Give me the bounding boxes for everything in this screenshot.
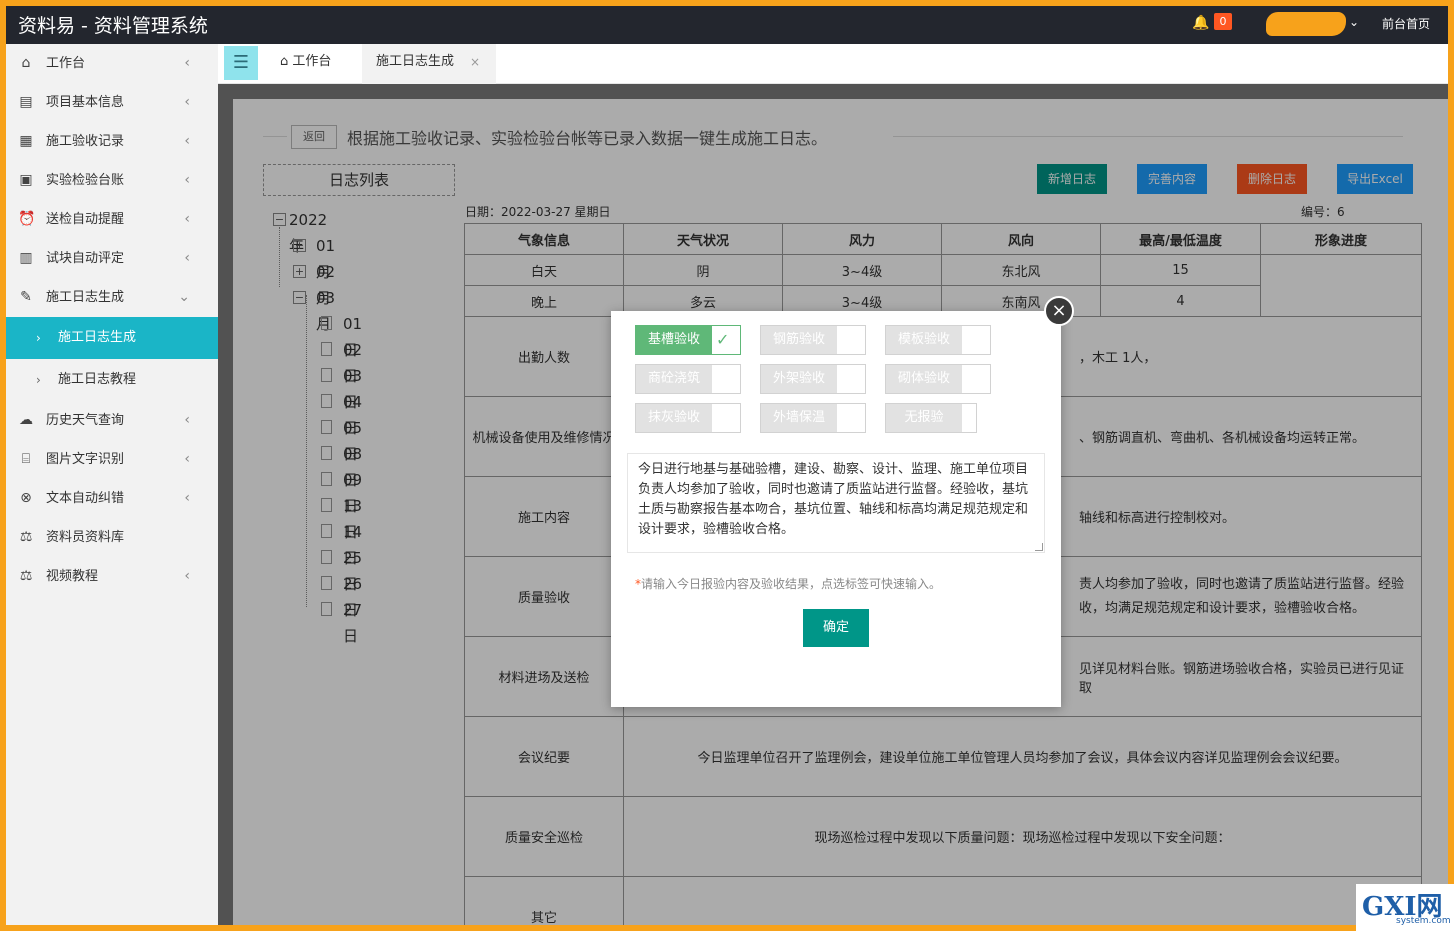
tag-concrete-pouring[interactable]: 商砼浇筑 [635, 364, 741, 394]
top-bar: 资料易 - 资料管理系统 🔔 0 ⌄ 前台首页 [6, 6, 1448, 44]
chevron-left-icon: ‹ [184, 211, 190, 227]
sidebar-item-video-tutorial[interactable]: ⚖ 视频教程 ‹ [6, 557, 218, 596]
tag-rebar-acceptance[interactable]: 钢筋验收 [760, 325, 866, 355]
chevron-left-icon: ‹ [184, 412, 190, 428]
evaluate-icon: ▥ [19, 250, 33, 266]
chevron-left-icon: ‹ [184, 133, 190, 149]
tag-no-inspection[interactable]: 无报验 [885, 403, 977, 433]
chevron-left-icon: ‹ [184, 568, 190, 584]
acceptance-dialog: 基槽验收 ✓ 钢筋验收 模板验收 商砼浇筑 外架验收 砌体验收 抹灰验收 外墙保温… [611, 311, 1061, 707]
resize-handle[interactable] [1035, 543, 1043, 551]
chevron-left-icon: ‹ [184, 94, 190, 110]
sidebar-item-weather-history[interactable]: ☁ 历史天气查询 ‹ [6, 401, 218, 440]
tag-formwork-acceptance[interactable]: 模板验收 [885, 325, 991, 355]
notification-badge: 0 [1214, 13, 1232, 30]
close-icon[interactable]: × [470, 44, 480, 80]
ledger-icon: ▣ [19, 172, 33, 188]
sidebar: ⌂ 工作台 ‹ ▤ 项目基本信息 ‹ ▦ 施工验收记录 ‹ ▣ 实验检验台账 ‹ ⏰ 送检自动提醒… [6, 44, 218, 925]
tag-scaffold-acceptance[interactable]: 外架验收 [760, 364, 866, 394]
ocr-icon: ⌸ [21, 451, 31, 467]
tag-foundation-acceptance[interactable]: 基槽验收 ✓ [635, 325, 741, 355]
sidebar-item-acceptance-records[interactable]: ▦ 施工验收记录 ‹ [6, 122, 218, 161]
tab-log-generation[interactable]: 施工日志生成 × [362, 44, 496, 84]
menu-toggle-icon[interactable]: ☰ [224, 46, 258, 80]
sidebar-item-library[interactable]: ⚖ 资料员资料库 [6, 518, 218, 557]
home-icon: ⌂ [280, 54, 293, 69]
tab-bar: ☰ ⌂ 工作台 施工日志生成 × [218, 44, 1448, 84]
chevron-left-icon: ‹ [184, 172, 190, 188]
correct-icon: ⊗ [20, 490, 32, 506]
sidebar-subitem-log-generation[interactable]: › 施工日志生成 [6, 317, 218, 359]
weather-icon: ☁ [19, 412, 33, 428]
sidebar-item-log-generation[interactable]: ✎ 施工日志生成 ⌄ [6, 278, 218, 317]
bell-icon[interactable]: 🔔 [1192, 15, 1209, 31]
watermark: GXI网 system.com [1356, 884, 1454, 931]
scale-icon: ⚖ [19, 529, 33, 545]
chevron-left-icon: ‹ [184, 490, 190, 506]
close-icon[interactable]: × [1044, 296, 1074, 326]
chevron-down-icon: ⌄ [178, 289, 190, 305]
sidebar-item-workbench[interactable]: ⌂ 工作台 ‹ [6, 44, 218, 83]
tag-masonry-acceptance[interactable]: 砌体验收 [885, 364, 991, 394]
sidebar-item-ocr[interactable]: ⌸ 图片文字识别 ‹ [6, 440, 218, 479]
sidebar-item-block-evaluation[interactable]: ▥ 试块自动评定 ‹ [6, 239, 218, 278]
scale-icon: ⚖ [19, 568, 33, 584]
watermark-domain: system.com [1396, 916, 1451, 926]
tab-workbench[interactable]: ⌂ 工作台 [270, 44, 362, 84]
record-icon: ▦ [19, 133, 33, 149]
front-page-link[interactable]: 前台首页 [1382, 15, 1430, 32]
chevron-right-icon: › [36, 373, 41, 387]
tag-insulation[interactable]: 外墙保温 [760, 403, 866, 433]
sidebar-item-inspection-reminder[interactable]: ⏰ 送检自动提醒 ‹ [6, 200, 218, 239]
tag-plaster-acceptance[interactable]: 抹灰验收 [635, 403, 741, 433]
check-icon: ✓ [716, 330, 730, 349]
chevron-left-icon: ‹ [184, 55, 190, 71]
home-icon: ⌂ [21, 55, 31, 71]
chevron-left-icon: ‹ [184, 451, 190, 467]
app-title: 资料易 - 资料管理系统 [18, 15, 208, 37]
sidebar-subitem-log-tutorial[interactable]: › 施工日志教程 [6, 359, 218, 401]
sidebar-item-test-ledger[interactable]: ▣ 实验检验台账 ‹ [6, 161, 218, 200]
edit-icon: ✎ [20, 289, 32, 305]
sidebar-item-project-info[interactable]: ▤ 项目基本信息 ‹ [6, 83, 218, 122]
doc-icon: ▤ [19, 94, 33, 110]
chevron-down-icon[interactable]: ⌄ [1349, 15, 1359, 29]
chevron-right-icon: › [36, 331, 41, 345]
sidebar-item-text-correction[interactable]: ⊗ 文本自动纠错 ‹ [6, 479, 218, 518]
input-hint: *请输入今日报验内容及验收结果，点选标签可快速输入。 [635, 577, 942, 591]
user-name-redacted[interactable] [1266, 12, 1346, 36]
acceptance-content-textarea[interactable]: 今日进行地基与基础验槽，建设、勘察、设计、监理、施工单位项目负责人均参加了验收，… [627, 453, 1045, 553]
alarm-icon: ⏰ [18, 211, 36, 227]
chevron-left-icon: ‹ [184, 250, 190, 266]
confirm-button[interactable]: 确定 [803, 609, 869, 647]
